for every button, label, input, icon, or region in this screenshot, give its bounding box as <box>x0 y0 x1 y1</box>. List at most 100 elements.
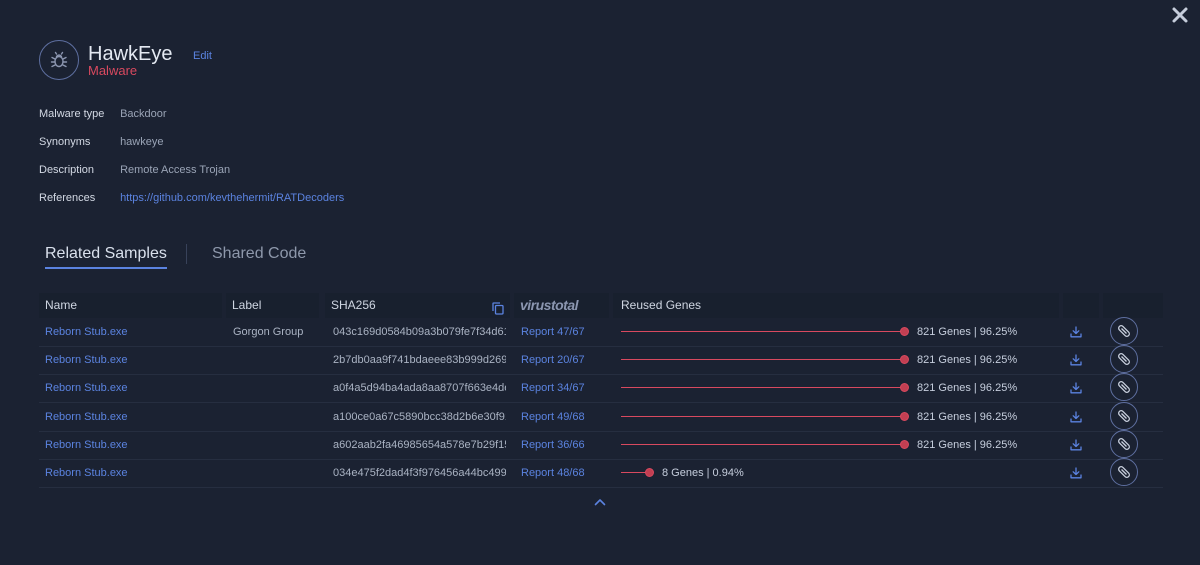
detail-row-synonyms: Synonyms hawkeye <box>39 136 163 148</box>
slash-icon <box>1118 353 1130 366</box>
download-icon <box>1070 467 1082 479</box>
column-header-label: Reused Genes <box>621 298 702 312</box>
table-row: Reborn Stub.exe Gorgon Group 043c169d058… <box>39 317 1163 347</box>
virustotal-report-link[interactable]: Report 36/66 <box>521 431 601 459</box>
sample-name-link[interactable]: Reborn Stub.exe <box>45 459 220 487</box>
sample-sha256: a100ce0a67c5890bcc38d2b6e30f91 <box>333 410 506 423</box>
row-action-button[interactable] <box>1110 401 1138 430</box>
table-row: Reborn Stub.exe 034e475f2dad4f3f976456a4… <box>39 458 1163 488</box>
row-action-button[interactable] <box>1110 373 1138 402</box>
download-button[interactable] <box>1070 325 1082 343</box>
slash-icon <box>1118 409 1130 422</box>
genes-bar <box>621 387 904 389</box>
table-row: Reborn Stub.exe a0f4a5d94ba4ada8aa8707f6… <box>39 373 1163 404</box>
table-row: Reborn Stub.exe 2b7db0aa9f741bdaeee83b99… <box>39 345 1163 376</box>
genes-bar <box>621 359 904 361</box>
genes-bar <box>621 331 904 332</box>
genes-bar-marker <box>900 383 909 393</box>
genes-count: 821 Genes | 96.25% <box>917 438 1018 451</box>
collapse-button[interactable] <box>594 493 606 511</box>
row-action-button[interactable] <box>1110 317 1138 345</box>
detail-label: Description <box>39 164 95 176</box>
reference-link[interactable]: https://github.com/kevthehermit/RATDecod… <box>120 192 344 204</box>
sample-label <box>233 346 323 374</box>
genes-bar-marker <box>900 355 909 365</box>
sample-sha256: 043c169d0584b09a3b079fe7f34d61 <box>333 326 506 338</box>
genes-bar-marker <box>645 468 654 477</box>
download-icon <box>1070 382 1082 394</box>
genes-count: 821 Genes | 96.25% <box>917 382 1018 395</box>
close-button[interactable] <box>1171 6 1189 24</box>
sample-name-link[interactable]: Reborn Stub.exe <box>45 318 220 346</box>
slash-icon <box>1118 437 1130 450</box>
detail-value: Remote Access Trojan <box>120 164 231 176</box>
download-icon <box>1070 439 1082 451</box>
download-button[interactable] <box>1070 438 1082 456</box>
virustotal-report-link[interactable]: Report 34/67 <box>521 374 601 402</box>
column-header-reused-genes[interactable]: Reused Genes <box>613 293 1059 318</box>
sample-sha256: a602aab2fa46985654a578e7b29f15 <box>333 438 506 451</box>
genes-bar-marker <box>900 411 909 421</box>
column-header-download <box>1063 293 1099 318</box>
column-header-name[interactable]: Name <box>39 293 222 318</box>
row-action-button[interactable] <box>1110 345 1138 374</box>
virustotal-report-link[interactable]: Report 47/67 <box>521 318 601 346</box>
sample-sha256: 2b7db0aa9f741bdaeee83b999d269b <box>333 354 506 367</box>
sample-label <box>233 403 323 431</box>
virustotal-report-link[interactable]: Report 49/68 <box>521 403 601 431</box>
download-icon <box>1070 326 1082 338</box>
tab-shared-code[interactable]: Shared Code <box>212 245 306 263</box>
table-row: Reborn Stub.exe a602aab2fa46985654a578e7… <box>39 429 1163 460</box>
detail-label: References <box>39 192 96 204</box>
column-header-virustotal[interactable]: virustotal <box>514 293 609 318</box>
detail-value: Backdoor <box>120 108 167 120</box>
column-header-label[interactable]: Label <box>226 293 319 318</box>
detail-row-malware-type: Malware type Backdoor <box>39 108 167 120</box>
column-header-label: Name <box>45 298 78 312</box>
download-button[interactable] <box>1070 381 1082 399</box>
virustotal-report-link[interactable]: Report 48/68 <box>521 459 601 487</box>
virustotal-report-link[interactable]: Report 20/67 <box>521 346 601 374</box>
bug-icon <box>50 51 68 68</box>
download-icon <box>1070 410 1082 423</box>
download-icon <box>1070 354 1082 366</box>
tab-divider <box>186 244 187 264</box>
avatar <box>39 40 79 80</box>
page-title: HawkEye <box>88 43 173 65</box>
column-header-label: Label <box>232 298 262 312</box>
sample-name-link[interactable]: Reborn Stub.exe <box>45 431 220 459</box>
sample-sha256: 034e475f2dad4f3f976456a44bc499 <box>333 467 506 479</box>
genes-bar <box>621 443 904 445</box>
table-row: Reborn Stub.exe a100ce0a67c5890bcc38d2b6… <box>39 401 1163 432</box>
copy-icon <box>492 302 504 315</box>
detail-row-description: Description Remote Access Trojan <box>39 164 230 176</box>
sample-name-link[interactable]: Reborn Stub.exe <box>45 346 220 374</box>
sample-sha256: a0f4a5d94ba4ada8aa8707f663e4de <box>333 382 506 395</box>
genes-count: 821 Genes | 96.25% <box>917 410 1018 423</box>
download-button[interactable] <box>1070 410 1082 428</box>
sample-label: Gorgon Group <box>233 326 304 338</box>
download-button[interactable] <box>1070 466 1082 484</box>
genes-count: 821 Genes | 96.25% <box>917 326 1018 338</box>
column-header-actions <box>1103 293 1163 318</box>
chevron-up-icon <box>594 499 606 506</box>
genes-bar-marker <box>900 439 909 449</box>
sample-label <box>233 431 323 459</box>
sample-name-link[interactable]: Reborn Stub.exe <box>45 403 220 431</box>
edit-link[interactable]: Edit <box>193 50 212 62</box>
row-action-button[interactable] <box>1110 458 1138 486</box>
slash-icon <box>1118 466 1130 478</box>
slash-icon <box>1118 325 1130 337</box>
detail-row-references: References https://github.com/kevtheherm… <box>39 192 344 204</box>
download-button[interactable] <box>1070 353 1082 371</box>
page-subtitle: Malware <box>88 63 138 78</box>
sample-name-link[interactable]: Reborn Stub.exe <box>45 374 220 402</box>
genes-bar <box>621 415 904 417</box>
column-header-sha256[interactable]: SHA256 <box>325 293 510 318</box>
tab-related-samples[interactable]: Related Samples <box>45 245 167 269</box>
row-action-button[interactable] <box>1110 429 1138 458</box>
genes-count: 821 Genes | 96.25% <box>917 354 1018 367</box>
detail-label: Malware type <box>39 108 105 120</box>
detail-label: Synonyms <box>39 136 91 148</box>
column-header-label: SHA256 <box>331 298 376 312</box>
